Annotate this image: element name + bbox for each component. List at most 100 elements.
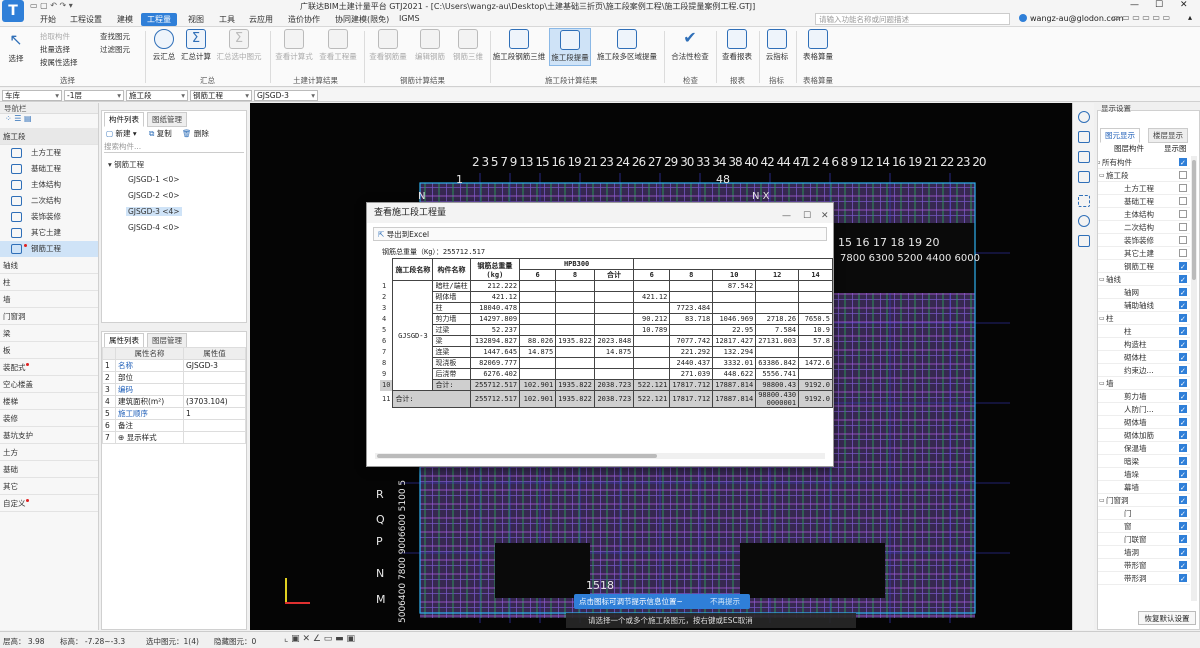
display-row[interactable]: 装饰装修 <box>1098 234 1190 247</box>
stage-quantity-button[interactable]: 施工段提量 <box>549 28 591 66</box>
visibility-checkbox[interactable] <box>1179 249 1187 257</box>
visibility-checkbox[interactable] <box>1179 223 1187 231</box>
table-row[interactable]: 5 过梁 52.237 10.789 22.95 7.584 10.9 <box>380 324 833 336</box>
tree-item-gjsgd-4[interactable]: GJSGD-4 <0> <box>128 223 180 232</box>
menu-cost-collab[interactable]: 造价协作 <box>288 14 320 25</box>
display-row[interactable]: ▭ 施工段 <box>1098 169 1190 182</box>
display-row[interactable]: 其它土建 <box>1098 247 1190 260</box>
table-calc-button[interactable]: 表格算量 <box>800 29 836 62</box>
table-row[interactable]: 3 柱 18040.478 7723.484 <box>380 302 833 314</box>
visibility-checkbox[interactable] <box>1179 456 1187 469</box>
table-row[interactable]: 5 施工顺序 1 <box>102 407 246 420</box>
table-row[interactable]: 6 梁 132894.827 88.026 1935.822 2023.848 7077.7… <box>380 335 833 347</box>
nav-section-pit-support[interactable]: 基坑支护 <box>0 427 98 444</box>
expand-toggle-icon[interactable]: ▭ <box>1099 494 1105 507</box>
nav-section-stage[interactable]: 施工段 <box>0 128 98 145</box>
menu-project-settings[interactable]: 工程设置 <box>70 14 102 25</box>
display-row[interactable]: ▭ 所有构件 <box>1098 156 1190 170</box>
nav-section-finishing[interactable]: 装修 <box>0 410 98 427</box>
visibility-checkbox[interactable] <box>1179 274 1187 287</box>
display-row[interactable]: 二次结构 <box>1098 221 1190 234</box>
menu-igms[interactable]: IGMS <box>399 14 420 23</box>
nav-item-main-structure[interactable]: 主体结构 <box>0 177 98 193</box>
tab-property-list[interactable]: 属性列表 <box>104 333 144 348</box>
maximize-icon[interactable]: ☐ <box>1155 0 1163 10</box>
expand-toggle-icon[interactable]: ▭ <box>1099 169 1105 182</box>
nav-section-prefab[interactable]: 装配式 <box>0 359 98 376</box>
display-row[interactable]: 轴网 <box>1098 286 1190 300</box>
tree-root-rebar[interactable]: ▾ 钢筋工程 <box>108 159 144 170</box>
display-row[interactable]: 约束边... <box>1098 364 1190 378</box>
export-excel-button[interactable]: ⇱ 导出到Excel <box>373 227 827 241</box>
floor-select[interactable]: -1层 <box>64 90 124 101</box>
settings-icons[interactable]: ▭ ▭ ▭ ▭ ▭ ▭ <box>1112 13 1170 22</box>
display-row[interactable]: 保温墙 <box>1098 442 1190 456</box>
restore-default-button[interactable]: 恢复默认设置 <box>1138 611 1196 625</box>
new-component-button[interactable]: ▢ 新建 ▾ <box>106 128 137 139</box>
table-row[interactable]: 8 现浇板 82069.777 2440.437 3332.01 63386.842 147… <box>380 357 833 369</box>
tab-drawing-management[interactable]: 图纸管理 <box>147 112 187 127</box>
view-report-button[interactable]: 查看报表 <box>718 29 756 62</box>
menu-collab-modeling[interactable]: 协同建模(限免) <box>335 14 389 25</box>
display-row[interactable]: 暗梁 <box>1098 455 1190 469</box>
table-row[interactable]: 1 名称 GJSGD-3 <box>102 359 246 372</box>
copy-component-button[interactable]: ⧉ 复制 <box>149 128 172 139</box>
dismiss-tip-link[interactable]: 不再提示 <box>710 594 740 609</box>
visibility-checkbox[interactable] <box>1179 210 1187 218</box>
menu-tools[interactable]: 工具 <box>219 14 235 25</box>
visibility-checkbox[interactable] <box>1179 352 1187 365</box>
display-row[interactable]: 幕墙 <box>1098 481 1190 495</box>
visibility-checkbox[interactable] <box>1179 287 1187 300</box>
building-select[interactable]: 车库 <box>2 90 62 101</box>
nav-view-toggle[interactable]: ⁘ ☰ ▤ <box>0 114 98 128</box>
horizontal-scrollbar[interactable] <box>375 453 825 459</box>
display-row[interactable]: 构造柱 <box>1098 338 1190 352</box>
summary-selected-button[interactable]: Σ 汇总选中图元 <box>214 29 264 62</box>
display-row[interactable]: 砌体柱 <box>1098 351 1190 365</box>
display-row[interactable]: ▭ 轴线 <box>1098 273 1190 287</box>
layers-icon[interactable] <box>1078 131 1090 143</box>
category-select[interactable]: 施工段 <box>126 90 188 101</box>
table-row[interactable]: 6 备注 <box>102 419 246 432</box>
visibility-checkbox[interactable] <box>1179 417 1187 430</box>
tip-toast[interactable]: 点击图标可调节提示信息位置~ 不再提示 <box>574 594 750 609</box>
visibility-checkbox[interactable] <box>1179 508 1187 521</box>
menu-start[interactable]: 开始 <box>40 14 56 25</box>
tab-component-list[interactable]: 构件列表 <box>104 112 144 127</box>
grand-total-row[interactable]: 11 合计: 255712.517 102.901 1935.822 2038.723 52… <box>380 390 833 408</box>
stage-multi-area-button[interactable]: 施工段多区域提量 <box>594 29 660 62</box>
visibility-checkbox[interactable] <box>1179 236 1187 244</box>
display-row[interactable]: 主体结构 <box>1098 208 1190 221</box>
visibility-checkbox[interactable] <box>1179 184 1187 192</box>
display-row[interactable]: 窗 <box>1098 520 1190 534</box>
nav-section-slab[interactable]: 板 <box>0 342 98 359</box>
maximize-icon[interactable]: ☐ <box>803 206 811 226</box>
display-row[interactable]: 门联窗 <box>1098 533 1190 547</box>
tab-floor-display[interactable]: 楼层显示 <box>1148 128 1188 143</box>
nav-section-base[interactable]: 基础 <box>0 461 98 478</box>
menu-modeling[interactable]: 建模 <box>117 14 133 25</box>
visibility-checkbox[interactable] <box>1179 430 1187 443</box>
tab-layer-management[interactable]: 图层管理 <box>147 333 187 348</box>
tab-element-display[interactable]: 图元显示 <box>1100 128 1140 143</box>
display-row[interactable]: 辅助轴线 <box>1098 299 1190 313</box>
visibility-checkbox[interactable] <box>1179 521 1187 534</box>
quick-access-icons[interactable]: ▭ ▢ ↶ ↷ ▾ <box>30 1 73 10</box>
display-row[interactable]: 带形窗 <box>1098 559 1190 573</box>
visibility-checkbox[interactable] <box>1179 404 1187 417</box>
nav-section-opening[interactable]: 门窗洞 <box>0 308 98 325</box>
visibility-checkbox[interactable] <box>1179 365 1187 378</box>
display-row[interactable]: 钢筋工程 <box>1098 260 1190 274</box>
cloud-index-button[interactable]: 云指标 <box>762 29 792 62</box>
table-row[interactable]: 3 编码 <box>102 383 246 396</box>
nav-section-wall[interactable]: 墙 <box>0 291 98 308</box>
expand-toggle-icon[interactable]: ▭ <box>1099 273 1105 286</box>
view-formula-button[interactable]: 查看计算式 <box>274 29 314 62</box>
table-row[interactable]: 7 连梁 1447.645 14.875 14.875 221.292 132.294 <box>380 346 833 358</box>
nav-section-column[interactable]: 柱 <box>0 274 98 291</box>
view-quantity-button[interactable]: 查看工程量 <box>318 29 358 62</box>
visibility-checkbox[interactable] <box>1179 495 1187 508</box>
summary-calc-button[interactable]: Σ 汇总计算 <box>180 29 212 62</box>
expand-toggle-icon[interactable]: ▭ <box>1098 156 1101 169</box>
stage-rebar-3d-button[interactable]: 施工段钢筋三维 <box>492 29 546 62</box>
